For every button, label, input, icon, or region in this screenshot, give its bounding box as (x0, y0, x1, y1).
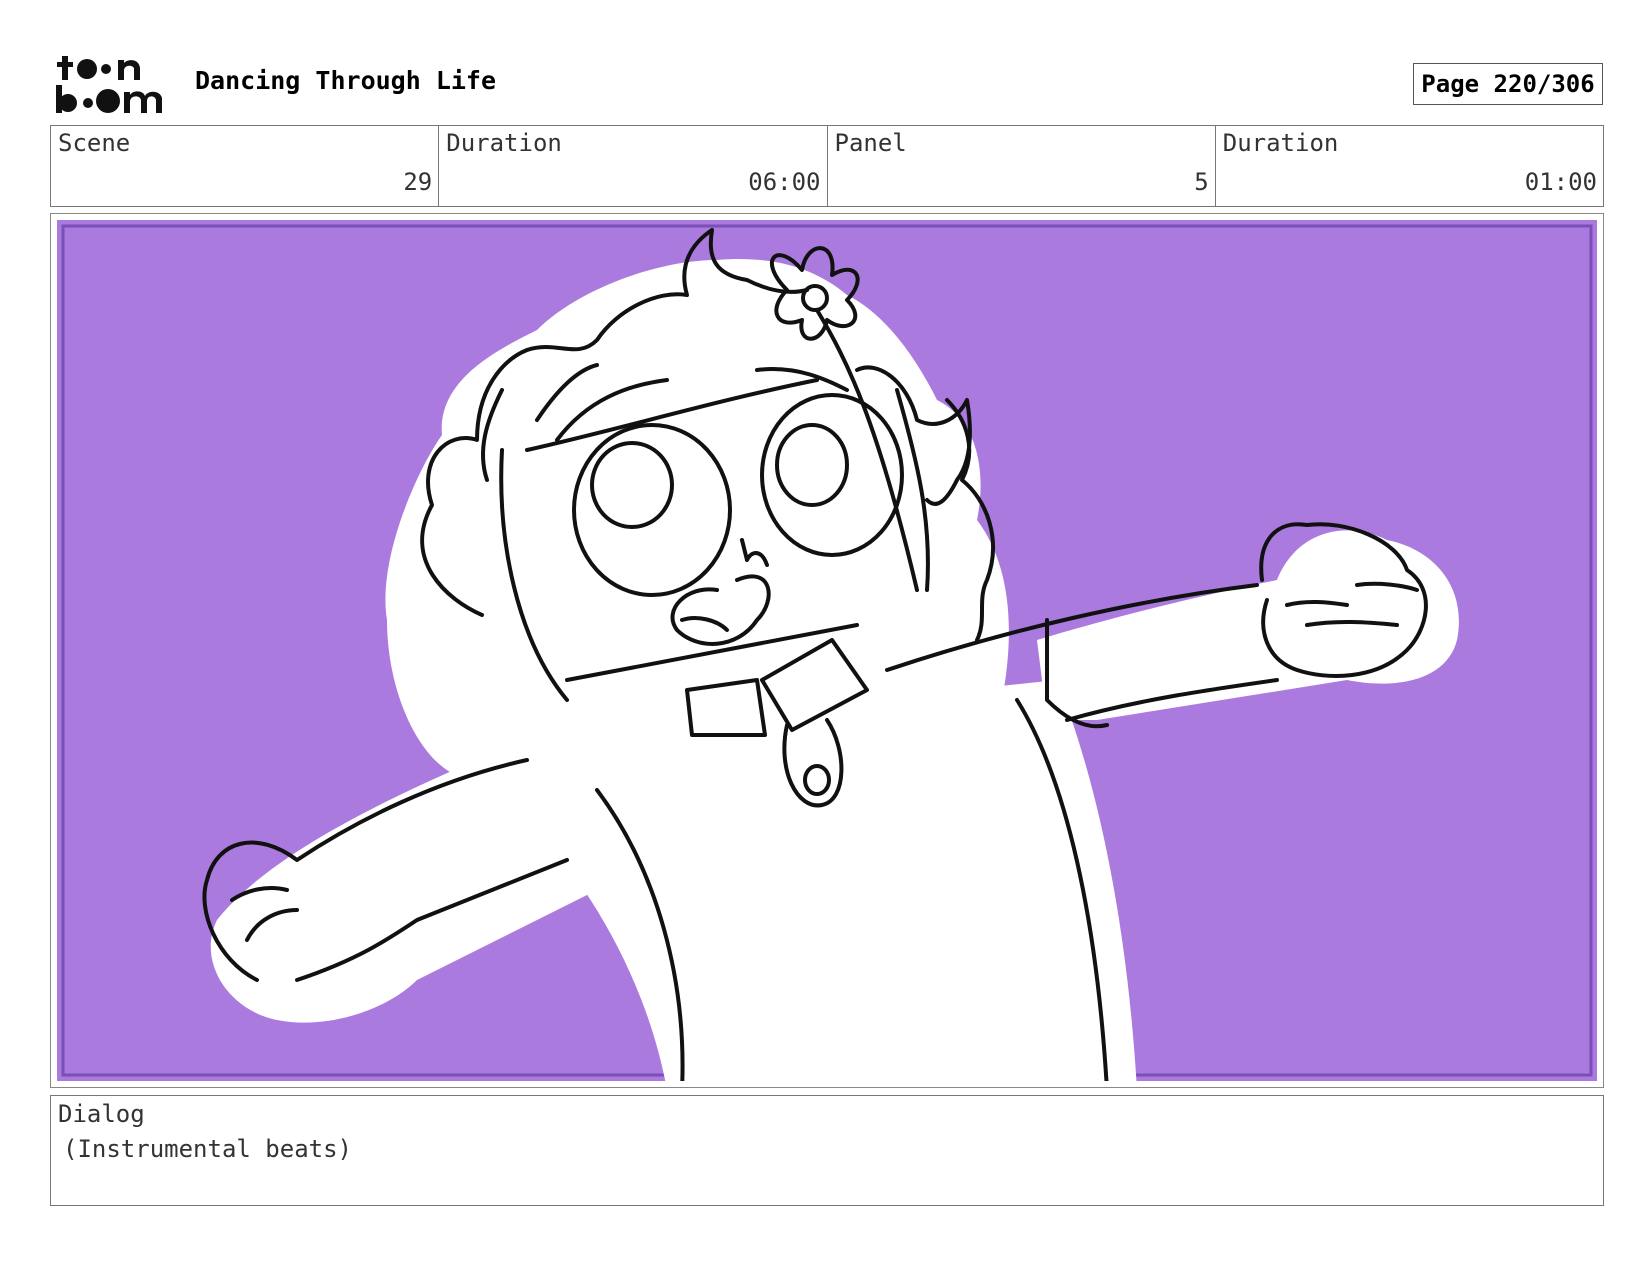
panel-drawing (57, 220, 1597, 1081)
scene-duration-cell: Duration 06:00 (439, 126, 828, 206)
panel-info-row: Scene 29 Duration 06:00 Panel 5 Duration… (50, 125, 1604, 207)
dialog-text: (Instrumental beats) (63, 1135, 352, 1163)
panel-duration-label: Duration (1222, 129, 1339, 157)
panel-value: 5 (1194, 168, 1209, 196)
project-title: Dancing Through Life (195, 66, 497, 95)
scene-cell: Scene 29 (51, 126, 440, 206)
panel-duration-cell: Duration 01:00 (1216, 126, 1603, 206)
dialog-label: Dialog (58, 1100, 145, 1128)
panel-duration-value: 01:00 (1524, 168, 1597, 196)
scene-duration-label: Duration (446, 129, 562, 157)
page-indicator: Page 220/306 (1413, 63, 1603, 105)
scene-value: 29 (403, 168, 433, 196)
panel-cell: Panel 5 (828, 126, 1216, 206)
panel-label: Panel (834, 129, 907, 157)
storyboard-panel (50, 213, 1604, 1088)
dialog-box: Dialog (Instrumental beats) (50, 1095, 1604, 1206)
scene-duration-value: 06:00 (748, 168, 821, 196)
toon-boom-logo (56, 56, 162, 113)
scene-label: Scene (58, 129, 131, 157)
